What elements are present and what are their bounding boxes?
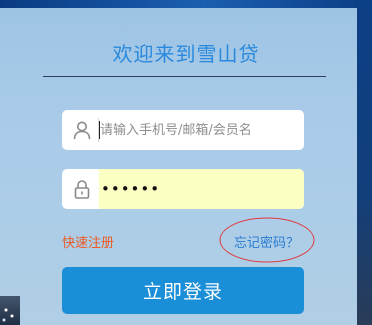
- username-input[interactable]: [99, 110, 299, 150]
- page-title: 欢迎来到雪山贷: [112, 42, 260, 66]
- forgot-password-area: 忘记密码？: [218, 216, 316, 264]
- lock-icon: [71, 178, 93, 200]
- forgot-password-link[interactable]: 忘记密码？: [234, 232, 299, 251]
- register-link[interactable]: 快速注册: [62, 232, 114, 251]
- login-button[interactable]: 立即登录: [62, 267, 304, 314]
- password-input[interactable]: [101, 169, 301, 209]
- password-autofill-area: [99, 169, 304, 209]
- user-icon: [71, 119, 93, 141]
- title-divider: [43, 76, 326, 77]
- text-cursor: [99, 121, 100, 139]
- username-field: [62, 110, 304, 150]
- background-corner-decoration: [0, 296, 20, 325]
